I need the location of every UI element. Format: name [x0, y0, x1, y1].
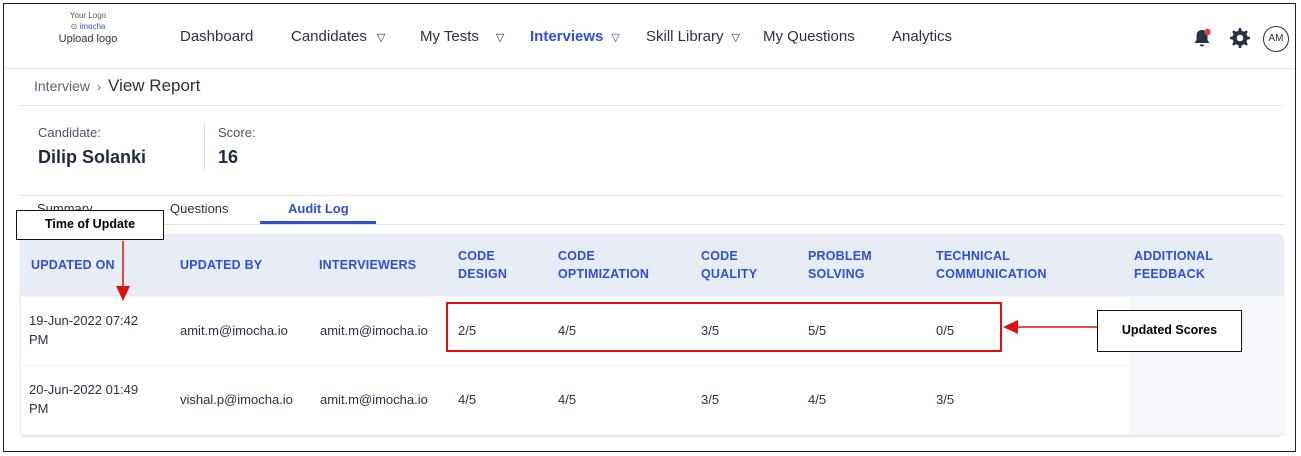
annotation-updated-scores: Updated Scores — [1097, 310, 1242, 352]
breadcrumb: Interview › View Report — [34, 76, 200, 96]
avatar[interactable]: AM — [1263, 26, 1289, 52]
nav-skill-library-label: Skill Library — [646, 28, 724, 45]
annotation-time-of-update: Time of Update — [16, 210, 164, 240]
cell-updated-by: vishal.p@imocha.io — [180, 392, 293, 407]
logo[interactable]: Your Logo ⊙ imocha Upload logo — [48, 10, 128, 45]
breadcrumb-interview-link[interactable]: Interview — [34, 78, 90, 94]
cell-code-quality: 3/5 — [701, 392, 720, 407]
column-header-code-design: CODE DESIGN — [458, 247, 507, 283]
score-value: 16 — [218, 147, 239, 167]
nav-candidates[interactable]: Candidates ▽ — [291, 28, 385, 45]
logo-placeholder-text: Your Logo — [69, 11, 107, 20]
breadcrumb-separator-icon: › — [97, 80, 102, 94]
nav-candidates-label: Candidates — [291, 28, 367, 45]
header-line: COMMUNICATION — [936, 267, 1047, 281]
cell-interviewers: amit.m@imocha.io — [320, 392, 428, 407]
column-header-code-quality: CODE QUALITY — [701, 247, 757, 283]
cell-date: 19-Jun-2022 07:42 — [29, 313, 139, 328]
column-header-code-optimization: CODE OPTIMIZATION — [558, 247, 649, 283]
screenshot-frame: Your Logo ⊙ imocha Upload logo Dashboard… — [3, 3, 1296, 452]
cell-time: PM — [29, 401, 49, 416]
chevron-down-icon: ▽ — [611, 32, 620, 44]
brand-label: imocha — [79, 22, 106, 31]
candidate-label: Candidate: — [38, 125, 101, 140]
cell-date: 20-Jun-2022 01:49 — [29, 382, 139, 397]
nav-skill-library[interactable]: Skill Library ▽ — [646, 28, 740, 45]
column-header-updated-by: UPDATED BY — [180, 258, 263, 272]
nav-interviews[interactable]: Interviews ▽ — [530, 28, 620, 45]
cell-time: PM — [29, 332, 49, 347]
nav-my-tests[interactable]: My Tests ▽ — [420, 28, 504, 45]
column-header-additional-feedback: ADDITIONAL FEEDBACK — [1134, 247, 1213, 283]
table-row: 20-Jun-2022 01:49 PM vishal.p@imocha.io … — [21, 366, 1129, 434]
header-line: QUALITY — [701, 267, 758, 281]
cell-updated-by: amit.m@imocha.io — [180, 323, 288, 338]
header-line: ADDITIONAL — [1134, 249, 1214, 263]
header-line: PROBLEM — [808, 249, 872, 263]
candidate-name: Dilip Solanki — [38, 147, 147, 167]
table-header: UPDATED ON UPDATED BY INTERVIEWERS CODE … — [21, 234, 1283, 296]
divider — [19, 224, 1284, 225]
header-line: FEEDBACK — [1134, 267, 1206, 281]
column-header-interviewers: INTERVIEWERS — [319, 258, 417, 272]
upload-logo-link[interactable]: Upload logo — [48, 34, 128, 45]
divider — [19, 195, 1284, 196]
score-label: Score: — [218, 125, 256, 140]
chevron-down-icon: ▽ — [495, 32, 505, 44]
header-line: SOLVING — [808, 267, 865, 281]
page-title: View Report — [108, 76, 201, 95]
cell-interviewers: amit.m@imocha.io — [320, 323, 428, 338]
bell-icon[interactable] — [1191, 27, 1213, 49]
nav-dashboard[interactable]: Dashboard — [180, 28, 253, 45]
header-line: CODE — [558, 249, 595, 263]
header-line: DESIGN — [458, 267, 508, 281]
column-header-updated-on: UPDATED ON — [31, 258, 115, 272]
header-line: CODE — [458, 249, 495, 263]
header-line: OPTIMIZATION — [558, 267, 650, 281]
cell-problem-solving: 4/5 — [808, 392, 827, 407]
tab-questions[interactable]: Questions — [170, 201, 229, 216]
cell-updated-on: 19-Jun-2022 07:42 PM — [29, 311, 138, 349]
divider — [19, 105, 1284, 106]
divider — [204, 122, 205, 170]
cell-code-optimization: 4/5 — [558, 392, 577, 407]
nav-my-tests-label: My Tests — [420, 28, 479, 45]
cell-code-design: 4/5 — [458, 392, 477, 407]
brand-name: ⊙ imocha — [70, 22, 106, 31]
nav-interviews-label: Interviews — [530, 28, 604, 45]
nav-analytics[interactable]: Analytics — [892, 28, 952, 45]
column-header-problem-solving: PROBLEM SOLVING — [808, 247, 872, 283]
top-navigation: Your Logo ⊙ imocha Upload logo Dashboard… — [4, 4, 1295, 69]
column-header-technical-communication: TECHNICAL COMMUNICATION — [936, 247, 1047, 283]
annotation-highlight-box — [446, 302, 1002, 352]
cell-technical-communication: 3/5 — [936, 392, 955, 407]
header-line: CODE — [701, 249, 738, 263]
chevron-down-icon: ▽ — [731, 32, 740, 44]
header-line: TECHNICAL — [936, 249, 1011, 263]
cell-updated-on: 20-Jun-2022 01:49 PM — [29, 380, 138, 418]
nav-my-questions[interactable]: My Questions — [763, 28, 855, 45]
tab-audit-log[interactable]: Audit Log — [288, 201, 349, 216]
chevron-down-icon: ▽ — [376, 32, 386, 44]
gear-icon[interactable] — [1229, 27, 1251, 49]
